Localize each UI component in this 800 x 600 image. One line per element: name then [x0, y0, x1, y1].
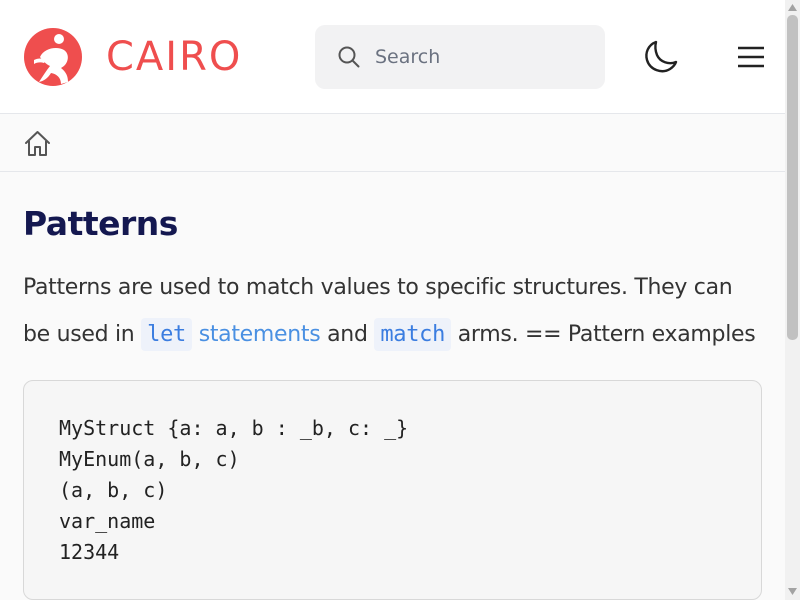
paragraph-text-2: and — [320, 322, 375, 347]
code-line: var_name — [59, 509, 156, 533]
search-icon — [338, 46, 360, 68]
code-line: MyEnum(a, b, c) — [59, 447, 240, 471]
logo-link[interactable]: CAIRO — [24, 28, 242, 86]
statements-link[interactable]: statements — [199, 322, 321, 347]
cairo-logo-icon — [24, 28, 82, 86]
code-block: MyStruct {a: a, b : _b, c: _} MyEnum(a, b… — [23, 380, 762, 600]
code-line: 12344 — [59, 540, 120, 564]
home-icon[interactable] — [24, 130, 51, 157]
breadcrumb — [0, 114, 785, 172]
page: CAIRO Search Patterns Patterns are used … — [0, 0, 785, 600]
search-placeholder: Search — [375, 46, 441, 68]
scroll-up-arrow-icon[interactable] — [788, 4, 797, 11]
page-title: Patterns — [23, 204, 178, 243]
main-content: Patterns Patterns are used to match valu… — [23, 172, 763, 600]
scrollbar[interactable] — [785, 0, 800, 600]
code-line: (a, b, c) — [59, 478, 168, 502]
inline-code-let: let — [141, 318, 192, 351]
hamburger-menu-icon[interactable] — [738, 46, 764, 68]
search-input[interactable]: Search — [315, 25, 605, 89]
inline-code-match: match — [374, 318, 452, 351]
site-header: CAIRO Search — [0, 0, 785, 114]
logo-text: CAIRO — [106, 34, 243, 80]
code-line: MyStruct {a: a, b : _b, c: _} — [59, 416, 409, 440]
intro-paragraph: Patterns are used to match values to spe… — [23, 264, 763, 358]
moon-icon[interactable] — [642, 39, 678, 75]
paragraph-text-3: arms. == Pattern examples — [451, 322, 756, 347]
scrollbar-thumb[interactable] — [787, 15, 798, 340]
scroll-down-arrow-icon[interactable] — [788, 588, 797, 595]
